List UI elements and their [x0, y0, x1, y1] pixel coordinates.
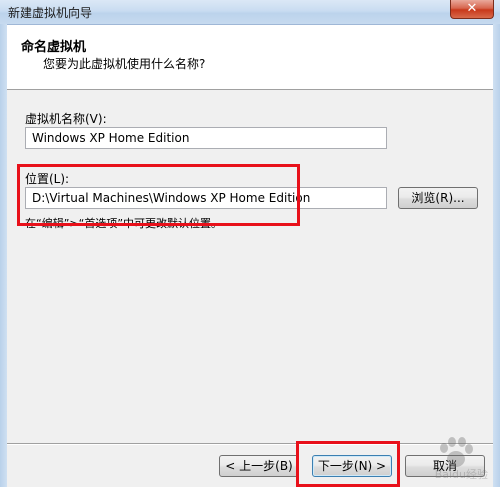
vm-name-label: 虚拟机名称(V):	[25, 112, 107, 126]
new-vm-wizard-window: 新建虚拟机向导 ✕ 命名虚拟机 您要为此虚拟机使用什么名称? 虚拟机名称(V):…	[0, 0, 500, 487]
cancel-button[interactable]: 取消	[405, 455, 485, 477]
window-frame-left	[0, 24, 7, 487]
close-icon: ✕	[466, 1, 478, 16]
next-button[interactable]: 下一步(N) >	[312, 455, 392, 477]
window-title: 新建虚拟机向导	[8, 6, 93, 20]
footer-divider	[7, 443, 493, 445]
location-input[interactable]: D:\Virtual Machines\Windows XP Home Edit…	[25, 187, 387, 209]
close-button[interactable]: ✕	[450, 0, 494, 19]
page-title: 命名虚拟机	[21, 40, 87, 55]
vm-name-input[interactable]: Windows XP Home Edition	[25, 127, 387, 149]
location-hint: 在“编辑”>“首选项”中可更改默认位置。	[25, 217, 223, 230]
location-label: 位置(L):	[25, 172, 70, 186]
browse-button[interactable]: 浏览(R)...	[398, 187, 478, 209]
back-button[interactable]: < 上一步(B)	[219, 455, 299, 477]
page-subtitle: 您要为此虚拟机使用什么名称?	[43, 57, 206, 71]
title-bar[interactable]: 新建虚拟机向导 ✕	[0, 0, 500, 25]
wizard-header: 命名虚拟机 您要为此虚拟机使用什么名称?	[7, 25, 493, 90]
window-frame-right	[493, 24, 500, 487]
